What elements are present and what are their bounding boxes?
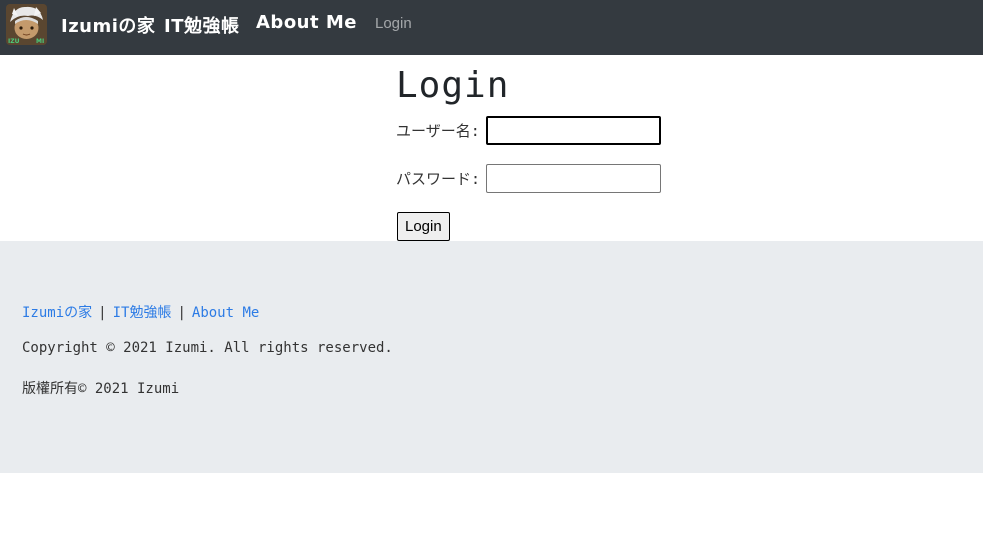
- page-title: Login: [396, 65, 510, 106]
- copyright-text: Copyright © 2021 Izumi. All rights reser…: [22, 340, 393, 356]
- copyright-text-jp: 版權所有© 2021 Izumi: [22, 381, 180, 397]
- page-footer: Izumiの家 | IT勉強帳 | About Me Copyright © 2021 …: [0, 241, 983, 473]
- password-label: パスワード:: [396, 169, 481, 188]
- username-label: ユーザー名:: [396, 121, 480, 140]
- footer-separator: |: [98, 305, 107, 321]
- nav-about-link[interactable]: About Me: [256, 12, 357, 33]
- avatar-icon: IZU MI: [6, 4, 47, 45]
- nav-login-link[interactable]: Login: [375, 15, 412, 32]
- logo-text-left: IZU: [8, 38, 20, 45]
- login-button[interactable]: Login: [397, 212, 450, 241]
- footer-links: Izumiの家 | IT勉強帳 | About Me: [22, 302, 259, 322]
- nav-brand-link[interactable]: Izumiの家: [61, 12, 155, 38]
- footer-link-it[interactable]: IT勉強帳: [113, 305, 172, 321]
- password-row: パスワード:: [396, 163, 662, 193]
- logo-text-right: MI: [36, 38, 44, 45]
- username-input[interactable]: [485, 115, 661, 145]
- footer-link-about[interactable]: About Me: [192, 305, 259, 321]
- nav-it-link[interactable]: IT勉強帳: [164, 12, 239, 38]
- footer-link-home[interactable]: Izumiの家: [22, 305, 92, 321]
- login-section: Login ユーザー名: パスワード: Login: [396, 62, 696, 241]
- password-input[interactable]: [486, 163, 662, 193]
- top-navbar: IZU MI Izumiの家 IT勉強帳 About Me Login: [0, 0, 983, 55]
- username-row: ユーザー名:: [396, 115, 661, 145]
- site-logo[interactable]: IZU MI: [6, 4, 47, 45]
- footer-separator: |: [177, 305, 186, 321]
